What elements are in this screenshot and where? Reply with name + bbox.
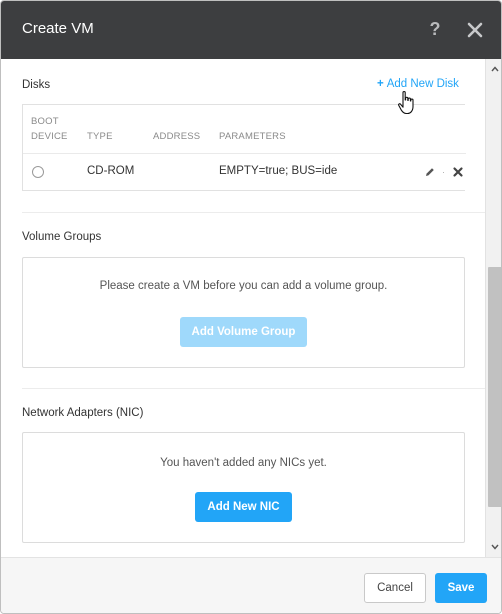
- volume-groups-section-label: Volume Groups: [22, 231, 102, 243]
- cancel-button[interactable]: Cancel: [364, 573, 426, 603]
- nics-section-label: Network Adapters (NIC): [22, 407, 144, 419]
- add-volume-group-button[interactable]: Add Volume Group: [180, 317, 307, 347]
- action-separator: ·: [442, 167, 445, 177]
- dialog-scrollbar[interactable]: [485, 59, 501, 557]
- plus-icon: +: [377, 78, 384, 90]
- question-icon[interactable]: ?: [425, 18, 445, 40]
- add-new-disk-label: Add New Disk: [386, 78, 459, 90]
- volume-groups-panel: Please create a VM before you can add a …: [22, 257, 465, 368]
- column-header-address: ADDRESS: [153, 131, 201, 142]
- column-header-device: DEVICE: [31, 131, 68, 142]
- chevron-down-icon[interactable]: [489, 541, 501, 553]
- table-divider: [23, 153, 466, 154]
- chevron-up-icon[interactable]: [489, 63, 501, 75]
- dialog-footer: Cancel Save: [1, 557, 501, 613]
- pencil-icon[interactable]: [424, 165, 436, 177]
- delete-icon[interactable]: [452, 165, 464, 177]
- dialog-header: Create VM ?: [1, 1, 501, 59]
- disk-type-cell: CD-ROM: [87, 165, 135, 177]
- column-header-parameters: PARAMETERS: [219, 131, 286, 142]
- nics-panel: You haven't added any NICs yet. Add New …: [22, 432, 465, 543]
- nics-empty-message: You haven't added any NICs yet.: [160, 457, 327, 469]
- disks-section-label: Disks: [22, 79, 51, 91]
- section-divider: [22, 212, 485, 213]
- create-vm-dialog: Create VM ? Disks + Add New Disk BOOT DEV…: [0, 0, 502, 614]
- hand-pointer-icon: [397, 90, 417, 116]
- dialog-title: Create VM: [22, 20, 94, 37]
- boot-device-radio[interactable]: [32, 166, 44, 178]
- close-icon[interactable]: [463, 18, 487, 42]
- section-divider: [22, 388, 485, 389]
- add-new-disk-link[interactable]: + Add New Disk: [377, 78, 459, 90]
- dialog-body: Disks + Add New Disk BOOT DEVICE TYPE ADD…: [1, 59, 485, 557]
- column-header-type: TYPE: [87, 131, 113, 142]
- scrollbar-thumb[interactable]: [488, 267, 501, 507]
- save-button[interactable]: Save: [435, 573, 487, 603]
- column-header-boot: BOOT: [31, 116, 59, 127]
- add-new-nic-button[interactable]: Add New NIC: [195, 492, 292, 522]
- volume-groups-empty-message: Please create a VM before you can add a …: [99, 280, 388, 292]
- disk-parameters-cell: EMPTY=true; BUS=ide: [219, 165, 338, 177]
- disks-table: BOOT DEVICE TYPE ADDRESS PARAMETERS CD-R…: [22, 104, 466, 191]
